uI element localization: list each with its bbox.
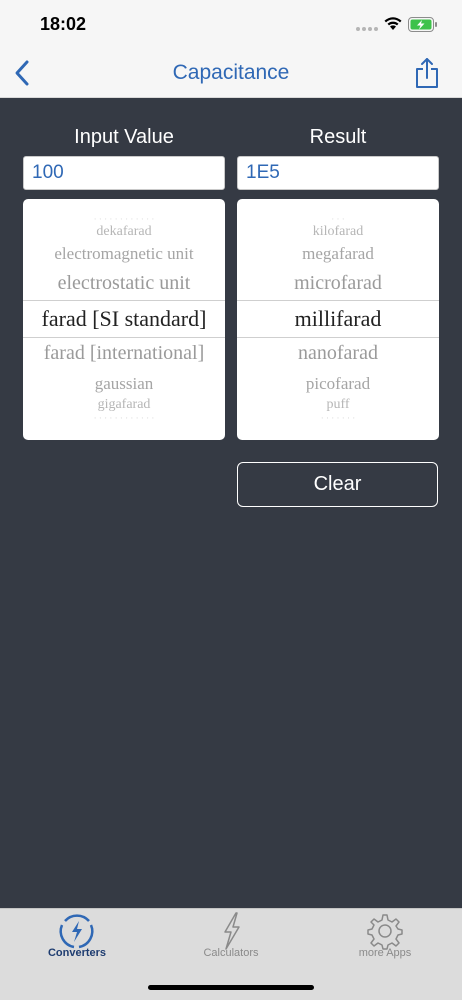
page-title: Capacitance <box>172 61 290 84</box>
picker-item-selected[interactable]: farad [SI standard] <box>23 300 225 338</box>
picker-item[interactable]: microfarad <box>237 272 439 295</box>
converters-icon <box>59 914 94 949</box>
gear-icon <box>367 914 403 950</box>
picker-item[interactable]: picofarad <box>237 374 439 394</box>
picker-item[interactable]: puff <box>237 397 439 413</box>
wifi-icon <box>384 17 402 30</box>
picker-item[interactable]: gigafarad <box>23 397 225 413</box>
picker-item-faded: · · · <box>331 214 345 224</box>
input-value-label: Input Value <box>74 126 174 148</box>
picker-item-faded: · · · · · · · · · · · · <box>93 214 155 224</box>
result-unit-picker[interactable]: · · · kilofarad megafarad microfarad mil… <box>237 199 439 440</box>
tab-label: more Apps <box>358 947 412 959</box>
tab-calculators[interactable]: Calculators <box>154 909 308 979</box>
share-button[interactable] <box>412 56 442 90</box>
picker-item-faded: · · · · · · · <box>320 413 356 423</box>
clear-button[interactable]: Clear <box>237 462 438 507</box>
tab-converters[interactable]: Converters <box>0 909 154 979</box>
home-indicator <box>148 985 314 990</box>
picker-item[interactable]: megafarad <box>237 244 439 264</box>
navigation-bar: Capacitance <box>0 48 462 98</box>
picker-item[interactable]: kilofarad <box>237 224 439 240</box>
picker-item-faded: · · · · · · · · · · · · <box>93 413 155 423</box>
status-time: 18:02 <box>40 14 87 34</box>
result-field[interactable] <box>237 156 439 190</box>
status-bar: 18:02 <box>0 0 462 48</box>
result-label: Result <box>309 126 367 148</box>
picker-item[interactable]: electrostatic unit <box>23 272 225 295</box>
cellular-signal-icon <box>356 25 378 31</box>
picker-item[interactable]: farad [international] <box>23 342 225 365</box>
tab-more-apps[interactable]: more Apps <box>308 909 462 979</box>
picker-item[interactable]: electromagnetic unit <box>23 244 225 264</box>
tab-label: Calculators <box>203 947 259 959</box>
picker-item-selected[interactable]: millifarad <box>237 300 439 338</box>
picker-item[interactable]: gaussian <box>23 374 225 394</box>
picker-item[interactable]: dekafarad <box>23 224 225 240</box>
input-value-field[interactable] <box>23 156 225 190</box>
lightning-icon <box>224 912 240 950</box>
tab-label: Converters <box>47 947 107 959</box>
picker-item[interactable]: nanofarad <box>237 342 439 365</box>
input-unit-picker[interactable]: · · · · · · · · · · · · dekafarad electr… <box>23 199 225 440</box>
battery-charging-icon <box>408 17 437 32</box>
share-icon <box>416 58 438 88</box>
